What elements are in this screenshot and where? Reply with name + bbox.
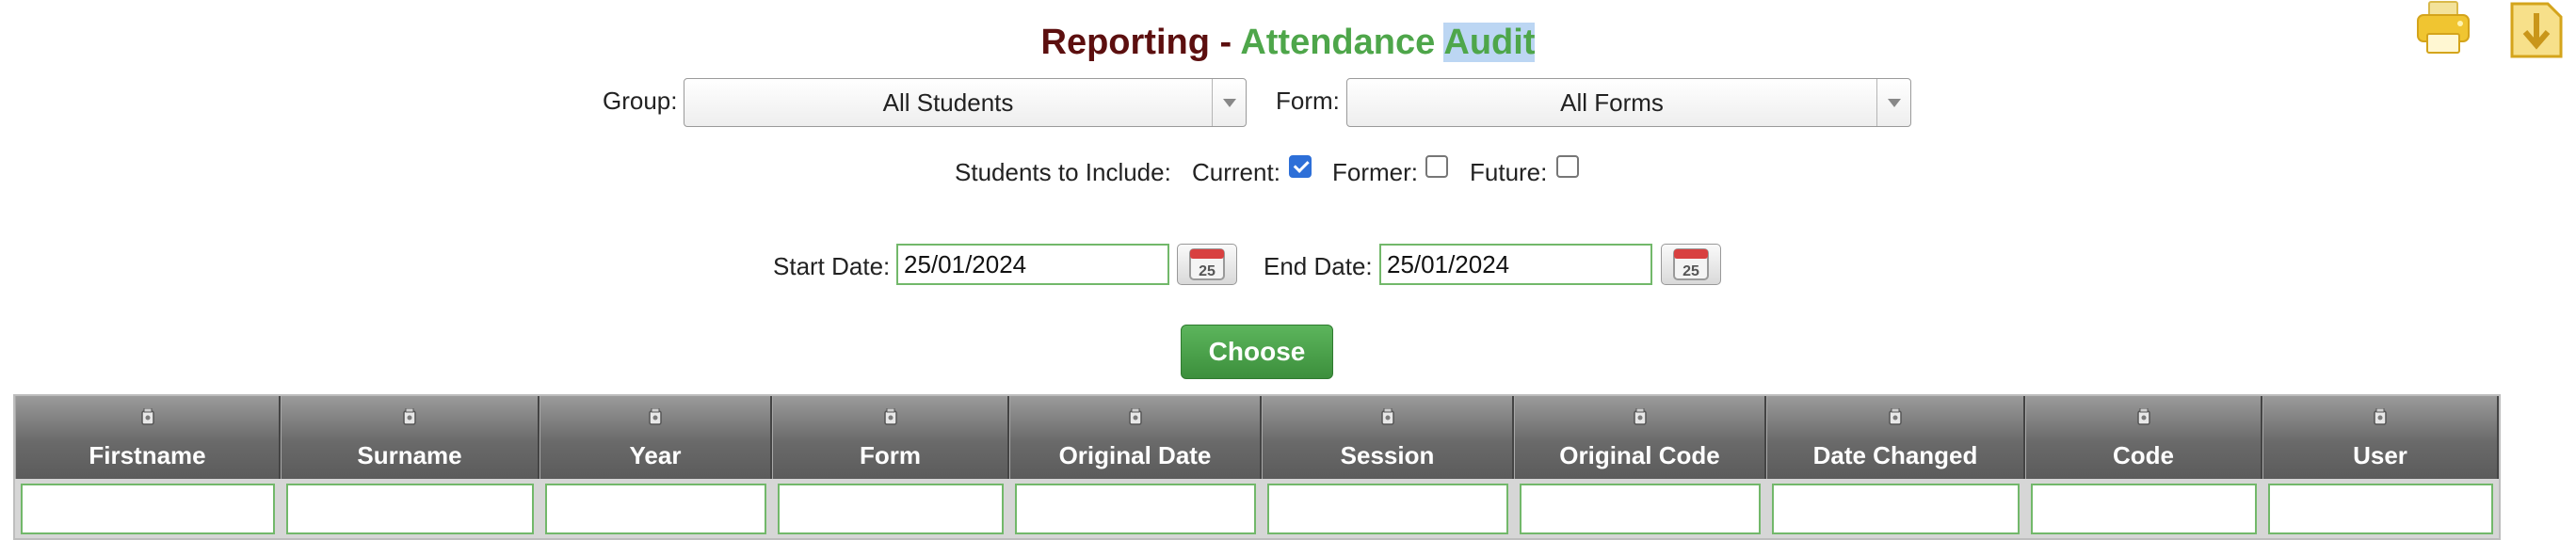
filter-icon[interactable] [402,407,417,425]
former-label: Former: [1332,158,1418,186]
end-date-label: End Date: [1264,252,1373,280]
end-date-input[interactable] [1379,244,1652,285]
column-header-firstname[interactable]: Firstname [15,396,281,479]
form-label: Form: [1276,87,1340,115]
filter-icon[interactable] [2373,407,2388,425]
filter-input-original-code[interactable] [1520,484,1761,534]
column-header-label: Form [860,441,921,469]
filter-input-firstname[interactable] [21,484,275,534]
column-header-label: Code [2113,441,2174,469]
column-header-label: Date Changed [1812,441,1978,469]
filter-input-original-date[interactable] [1015,484,1256,534]
column-header-user[interactable]: User [2262,396,2499,479]
page-title: Reporting - Attendance Audit [0,23,2576,71]
column-header-surname[interactable]: Surname [281,396,539,479]
current-checkbox[interactable] [1289,155,1312,178]
column-header-label: Surname [357,441,462,469]
column-header-label: User [2353,441,2407,469]
start-date-label: Start Date: [773,252,891,280]
calendar-icon: 25 [1189,248,1225,280]
filter-input-date-changed[interactable] [1772,484,2020,534]
column-header-label: Year [629,441,682,469]
chevron-down-icon[interactable] [1212,79,1246,126]
start-date-input[interactable] [896,244,1169,285]
filter-icon[interactable] [2136,407,2151,425]
filter-icon[interactable] [1633,407,1648,425]
filter-input-year[interactable] [545,484,766,534]
column-header-label: Session [1340,441,1435,469]
calendar-day-text: 25 [1682,263,1699,279]
column-header-session[interactable]: Session [1262,396,1514,479]
filter-input-form[interactable] [778,484,1004,534]
filter-input-code[interactable] [2031,484,2257,534]
title-prefix: Reporting - [1040,23,1241,62]
column-header-original-code[interactable]: Original Code [1514,396,1766,479]
column-header-code[interactable]: Code [2025,396,2262,479]
column-header-date-changed[interactable]: Date Changed [1766,396,2025,479]
filter-icon[interactable] [1888,407,1903,425]
column-header-original-date[interactable]: Original Date [1009,396,1262,479]
filter-icon[interactable] [883,407,898,425]
future-label: Future: [1470,158,1548,186]
column-header-label: Original Date [1058,441,1212,469]
filter-icon[interactable] [1128,407,1143,425]
calendar-day-text: 25 [1199,263,1216,279]
group-select-value: All Students [882,87,1014,117]
filter-icon[interactable] [648,407,663,425]
audit-table: Firstname Surname Year Form Original Dat… [13,394,2501,540]
form-select[interactable]: All Forms [1346,78,1911,127]
column-header-form[interactable]: Form [772,396,1009,479]
column-header-year[interactable]: Year [539,396,772,479]
column-header-label: Original Code [1559,441,1720,469]
filter-input-user[interactable] [2268,484,2493,534]
choose-button[interactable]: Choose [1181,325,1333,379]
filter-icon[interactable] [140,407,155,425]
export-download-icon[interactable] [2508,0,2565,60]
former-checkbox[interactable] [1425,155,1448,178]
chevron-down-icon[interactable] [1876,79,1910,126]
current-label: Current: [1192,158,1280,186]
title-part-audit: Audit [1443,23,1536,62]
group-label: Group: [603,87,678,115]
calendar-icon: 25 [1673,248,1709,280]
include-label: Students to Include: [955,158,1171,186]
column-header-label: Firstname [89,441,206,469]
filter-input-surname[interactable] [286,484,534,534]
start-calendar-button[interactable]: 25 [1177,244,1237,285]
printer-icon[interactable] [2416,0,2471,55]
filter-icon[interactable] [1380,407,1395,425]
title-part-attendance: Attendance [1240,23,1436,62]
group-select[interactable]: All Students [684,78,1247,127]
filter-input-session[interactable] [1267,484,1508,534]
form-select-value: All Forms [1560,87,1664,117]
end-calendar-button[interactable]: 25 [1661,244,1721,285]
future-checkbox[interactable] [1556,155,1579,178]
